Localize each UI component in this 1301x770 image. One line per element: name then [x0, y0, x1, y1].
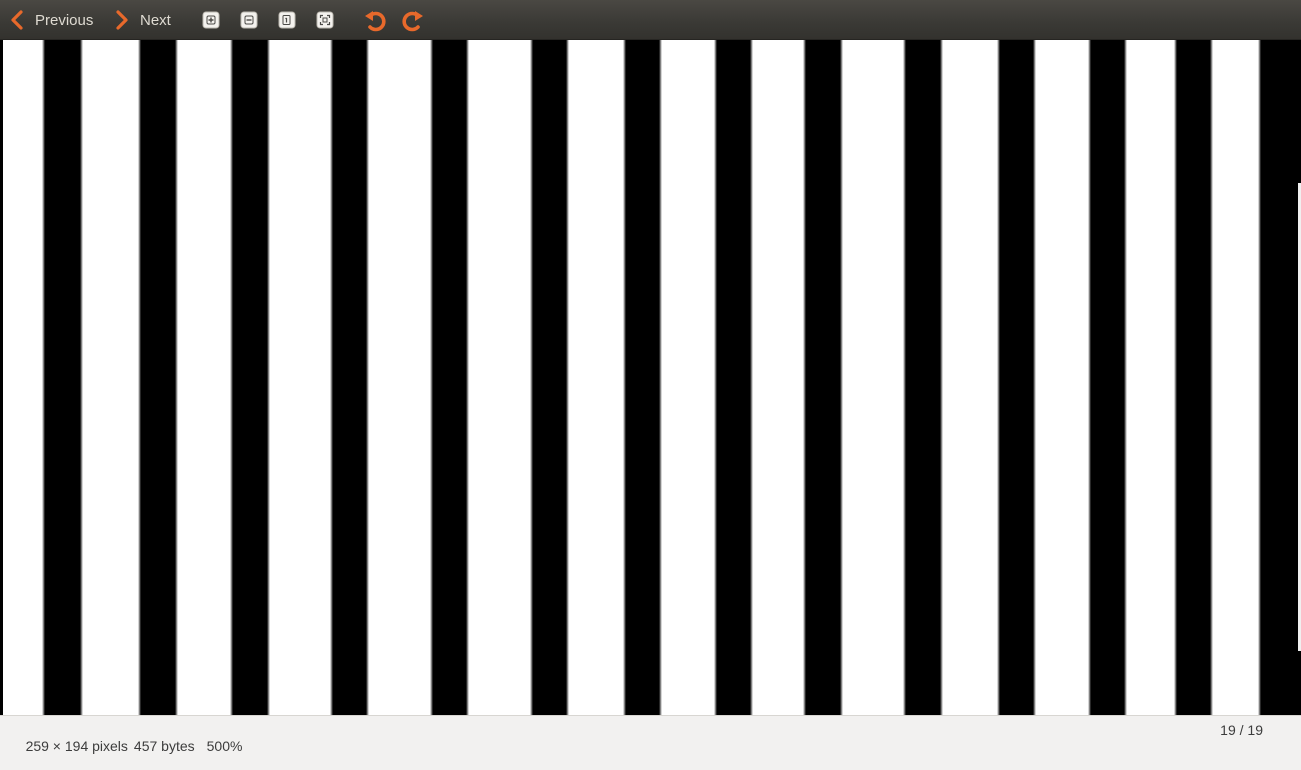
stripe-edge	[138, 40, 141, 715]
image-position: 19 / 19	[1220, 722, 1263, 738]
stripe-edge	[80, 40, 83, 715]
white-stripe	[270, 40, 330, 715]
normal-size-icon[interactable]	[278, 11, 296, 29]
stripe-edge	[530, 40, 533, 715]
stripe-edge	[840, 40, 843, 715]
stripe-edge	[1210, 40, 1213, 715]
stripe-edge	[714, 40, 717, 715]
white-stripe	[1036, 40, 1088, 715]
stripe-edge	[430, 40, 433, 715]
status-bar: 259 × 194 pixels 457 bytes 500% 19 / 19	[0, 715, 1301, 754]
stripe-edge	[330, 40, 333, 715]
white-stripe	[369, 40, 430, 715]
stripe-edge	[566, 40, 569, 715]
stripe-edge	[623, 40, 626, 715]
best-fit-icon[interactable]	[316, 11, 334, 29]
image-dimensions: 259 × 194 pixels	[25, 738, 128, 754]
stripe-edge	[42, 40, 45, 715]
white-stripe	[1213, 40, 1258, 715]
white-stripe	[943, 40, 997, 715]
previous-label: Previous	[35, 11, 94, 29]
white-stripe	[753, 40, 803, 715]
white-stripe	[1127, 40, 1174, 715]
stripe-edge	[366, 40, 369, 715]
previous-button[interactable]: Previous	[10, 6, 93, 34]
white-stripe	[843, 40, 903, 715]
striped-image	[0, 40, 1301, 715]
stripe-edge	[903, 40, 906, 715]
stripe-edge	[1174, 40, 1177, 715]
file-size: 457 bytes	[133, 738, 195, 754]
next-label: Next	[140, 11, 171, 29]
white-stripe	[662, 40, 714, 715]
rotate-right-icon[interactable]	[400, 7, 426, 33]
chevron-left-icon	[11, 10, 23, 30]
white-stripe	[469, 40, 530, 715]
white-stripe	[3, 40, 42, 715]
stripe-edge	[230, 40, 233, 715]
image-canvas[interactable]	[0, 40, 1301, 715]
stripe-edge	[940, 40, 943, 715]
zoom-in-icon[interactable]	[202, 11, 220, 29]
stripe-edge	[997, 40, 1000, 715]
white-stripe	[83, 40, 138, 715]
stripe-edge	[175, 40, 178, 715]
stripe-edge	[267, 40, 270, 715]
white-stripe	[569, 40, 623, 715]
stripe-edge	[750, 40, 753, 715]
chevron-right-icon	[116, 10, 128, 30]
toolbar: Previous Next	[0, 0, 1301, 40]
stripe-edge	[1258, 40, 1261, 715]
stripe-edge	[1033, 40, 1036, 715]
stripe-edge	[803, 40, 806, 715]
stripe-edge	[1088, 40, 1091, 715]
zoom-out-icon[interactable]	[240, 11, 258, 29]
rotate-left-icon[interactable]	[362, 7, 388, 33]
next-button[interactable]: Next	[115, 6, 171, 34]
stripe-edge	[466, 40, 469, 715]
white-stripe	[178, 40, 230, 715]
stripe-edge	[1124, 40, 1127, 715]
stripe-edge	[659, 40, 662, 715]
zoom-level: 500%	[206, 738, 243, 754]
